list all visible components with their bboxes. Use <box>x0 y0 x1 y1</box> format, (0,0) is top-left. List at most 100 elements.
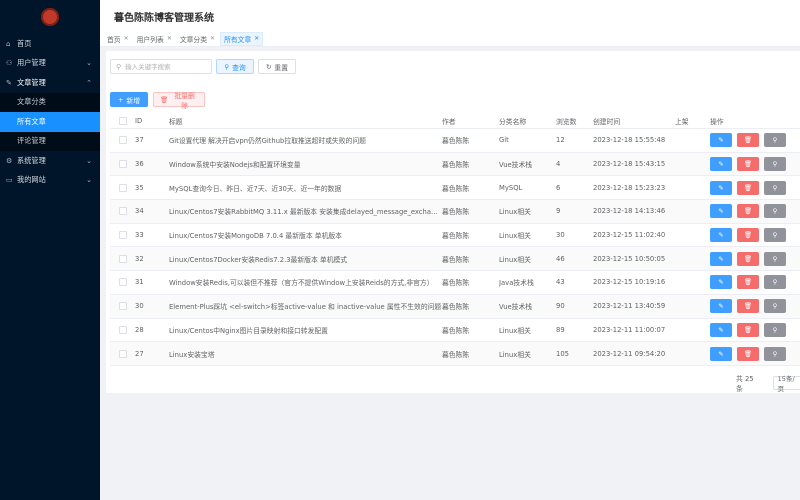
tab-label: 文章分类 <box>179 35 208 44</box>
sidebar-item-all-articles[interactable]: 所有文章 <box>0 112 100 132</box>
sidebar-item-comments[interactable]: 评论管理 <box>0 132 100 152</box>
reset-button[interactable]: ↻ 重置 <box>258 59 296 74</box>
select-all-checkbox[interactable] <box>118 116 127 125</box>
delete-button[interactable]: 🗑 <box>737 180 759 195</box>
edit-button[interactable]: ✎ <box>710 322 732 337</box>
table-body: 37 Git设置代理 解决开启vpn仍然Github拉取推送超时或失败的问题 暮色陈… <box>110 129 800 366</box>
page-size-select[interactable]: 15条/页 <box>772 375 800 393</box>
edit-icon: ✎ <box>718 207 724 216</box>
view-button[interactable]: ⚲ <box>764 251 786 266</box>
edit-button[interactable]: ✎ <box>710 157 732 172</box>
search-box[interactable]: ⚲ <box>110 59 212 74</box>
search-input[interactable] <box>125 62 206 71</box>
tab-home[interactable]: 首页 ✕ <box>104 32 132 46</box>
cell-title: Linux/Centos7Docker安装Redis7.2.3最新版本 单机模式 <box>169 255 348 264</box>
cell-author: 暮色陈陈 <box>442 161 470 170</box>
delete-button[interactable]: 🗑 <box>737 133 759 148</box>
add-button[interactable]: + 新增 <box>110 92 148 107</box>
cell-author: 暮色陈陈 <box>442 232 470 241</box>
close-icon[interactable]: ✕ <box>124 35 129 42</box>
tab-article-categories[interactable]: 文章分类 ✕ <box>177 32 218 46</box>
tab-label: 所有文章 <box>224 35 252 44</box>
view-button[interactable]: ⚲ <box>764 228 786 243</box>
trash-icon: 🗑 <box>743 207 753 216</box>
row-select-cell <box>110 231 135 240</box>
column-header-published: 上架 <box>675 117 689 126</box>
trash-icon: 🗑 <box>743 136 753 145</box>
search-icon: ⚲ <box>116 62 122 71</box>
row-checkbox[interactable] <box>118 207 127 216</box>
cell-title: Git设置代理 解决开启vpn仍然Github拉取推送超时或失败的问题 <box>169 137 366 146</box>
row-checkbox[interactable] <box>118 136 127 145</box>
edit-button[interactable]: ✎ <box>710 299 732 314</box>
row-checkbox[interactable] <box>118 278 127 287</box>
search-button[interactable]: ⚲ 查询 <box>216 59 254 74</box>
edit-button[interactable]: ✎ <box>710 180 732 195</box>
sidebar-item-home[interactable]: ⌂ 首页 <box>0 34 100 54</box>
view-button[interactable]: ⚲ <box>764 180 786 195</box>
search-icon: ⚲ <box>772 349 778 358</box>
edit-button[interactable]: ✎ <box>710 251 732 266</box>
sidebar-item-article-categories[interactable]: 文章分类 <box>0 93 100 113</box>
view-button[interactable]: ⚲ <box>764 299 786 314</box>
delete-button[interactable]: 🗑 <box>737 251 759 266</box>
batch-delete-button[interactable]: 🗑 批量删除 <box>153 92 205 110</box>
edit-button[interactable]: ✎ <box>710 275 732 290</box>
sidebar-item-label: 我的网站 <box>17 175 46 185</box>
delete-button[interactable]: 🗑 <box>737 204 759 219</box>
delete-button[interactable]: 🗑 <box>737 299 759 314</box>
row-checkbox[interactable] <box>118 231 127 240</box>
sidebar-item-system[interactable]: ⚙ 系统管理 ⌄ <box>0 151 100 171</box>
article-table: ID 标题 作者 分类名称 浏览数 创建时间 上架 操作 37 Git设置代理 解… <box>110 113 800 366</box>
table-row: 31 Window安装Redis,可以装但不推荐（官方不提供Window上安装Re… <box>110 271 800 295</box>
view-button[interactable]: ⚲ <box>764 322 786 337</box>
view-button[interactable]: ⚲ <box>764 133 786 148</box>
edit-button[interactable]: ✎ <box>710 346 732 361</box>
row-checkbox[interactable] <box>118 254 127 263</box>
sidebar-nav: ⌂ 首页 ⚇ 用户管理 ⌄ ✎ 文章管理 ⌃ 文章分类 所有文章 评论管理 ⚙ … <box>0 34 100 190</box>
close-icon[interactable]: ✕ <box>167 35 172 42</box>
row-checkbox[interactable] <box>118 325 127 334</box>
view-button[interactable]: ⚲ <box>764 275 786 290</box>
edit-button[interactable]: ✎ <box>710 204 732 219</box>
cell-author: 暮色陈陈 <box>442 137 470 146</box>
cell-ops: ✎ 🗑 ⚲ <box>710 346 800 361</box>
edit-button[interactable]: ✎ <box>710 228 732 243</box>
sidebar-item-label: 文章管理 <box>17 77 46 87</box>
search-icon: ⚲ <box>772 183 778 192</box>
cell-author: 暮色陈陈 <box>442 208 470 217</box>
delete-button[interactable]: 🗑 <box>737 157 759 172</box>
row-select-cell <box>110 325 135 334</box>
sidebar-item-my-site[interactable]: ▭ 我的网站 ⌄ <box>0 171 100 191</box>
chevron-down-icon: ⌄ <box>86 176 92 185</box>
tab-all-articles[interactable]: 所有文章 ✕ <box>220 31 264 46</box>
view-button[interactable]: ⚲ <box>764 157 786 172</box>
cell-views: 4 <box>556 160 561 169</box>
cell-author: 暮色陈陈 <box>442 279 470 288</box>
sidebar-item-users[interactable]: ⚇ 用户管理 ⌄ <box>0 54 100 74</box>
row-checkbox[interactable] <box>118 160 127 169</box>
view-button[interactable]: ⚲ <box>764 346 786 361</box>
column-header-author: 作者 <box>442 117 456 126</box>
row-checkbox[interactable] <box>118 183 127 192</box>
delete-button[interactable]: 🗑 <box>737 228 759 243</box>
edit-icon: ✎ <box>718 160 724 169</box>
search-icon: ⚲ <box>772 231 778 240</box>
edit-button[interactable]: ✎ <box>710 133 732 148</box>
close-icon[interactable]: ✕ <box>210 35 215 42</box>
delete-button[interactable]: 🗑 <box>737 346 759 361</box>
delete-button[interactable]: 🗑 <box>737 322 759 337</box>
tab-user-list[interactable]: 用户列表 ✕ <box>134 32 175 46</box>
sidebar-item-articles[interactable]: ✎ 文章管理 ⌃ <box>0 73 100 93</box>
page-size-value: 15条/页 <box>777 375 795 393</box>
trash-icon: 🗑 <box>743 254 753 263</box>
row-select-cell <box>110 207 135 216</box>
cell-title: MySQL查询今日、昨日、近7天、近30天、近一年的数据 <box>169 184 342 193</box>
delete-button[interactable]: 🗑 <box>737 275 759 290</box>
close-icon[interactable]: ✕ <box>254 35 259 42</box>
pagination-total: 共 25 条 <box>736 375 754 393</box>
row-checkbox[interactable] <box>118 349 127 358</box>
view-button[interactable]: ⚲ <box>764 204 786 219</box>
row-select-cell <box>110 302 135 311</box>
row-checkbox[interactable] <box>118 302 127 311</box>
